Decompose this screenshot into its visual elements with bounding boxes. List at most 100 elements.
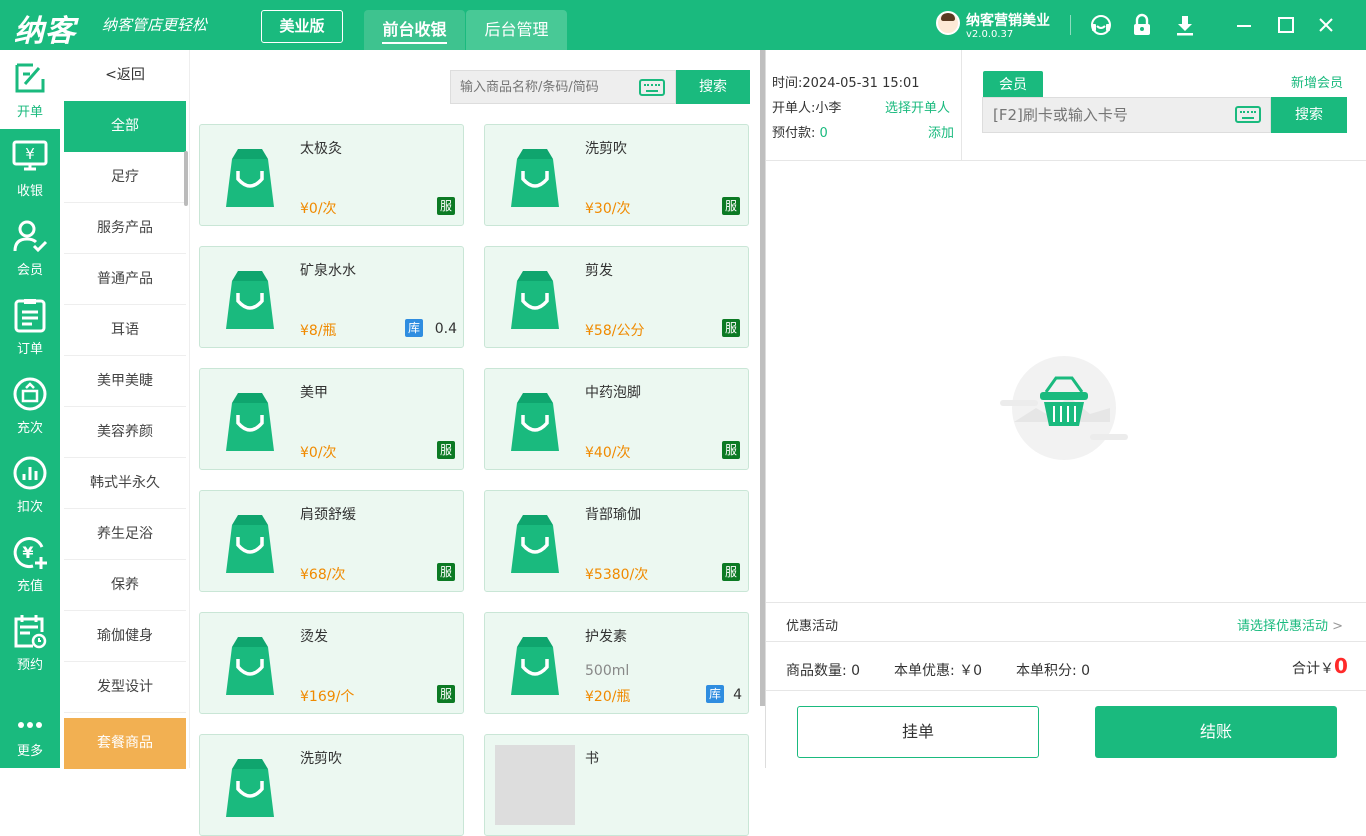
category-item[interactable]: 发型设计 xyxy=(64,662,186,713)
order-prepay: 预付款: 0 xyxy=(772,122,828,141)
checkout-button[interactable]: 结账 xyxy=(1095,706,1337,758)
category-item[interactable]: 足疗 xyxy=(64,152,186,203)
product-thumbnail xyxy=(495,745,575,825)
chevron-left-icon: < xyxy=(105,67,117,83)
nav-label: 充值 xyxy=(16,579,43,594)
download-icon[interactable] xyxy=(1173,13,1197,37)
nav-appointment[interactable]: 预约 xyxy=(0,603,60,682)
headset-icon[interactable] xyxy=(1089,13,1113,37)
deduct-times-icon xyxy=(13,456,47,490)
member-icon xyxy=(13,220,48,253)
product-search-input[interactable] xyxy=(451,71,631,103)
nav-label: 开单 xyxy=(16,105,43,120)
time-value: 2024-05-31 15:01 xyxy=(802,76,920,91)
product-card[interactable]: 剪发 ¥58/公分 服 xyxy=(484,246,749,348)
shopping-bag-icon xyxy=(222,391,278,451)
avatar[interactable] xyxy=(936,11,960,35)
product-price: ¥30/次 xyxy=(585,201,631,217)
add-prepay-link[interactable]: 添加 xyxy=(928,122,954,141)
tab-backend-admin[interactable]: 后台管理 xyxy=(466,10,567,50)
close-icon[interactable] xyxy=(1314,13,1338,37)
nav-label: 收银 xyxy=(16,184,43,199)
member-card-input[interactable] xyxy=(983,98,1223,132)
category-item[interactable]: 全部 xyxy=(64,101,186,152)
divider xyxy=(766,602,1366,603)
category-item[interactable]: 服务产品 xyxy=(64,203,186,254)
user-name[interactable]: 纳客营销美业 xyxy=(966,10,1050,30)
keyboard-icon[interactable] xyxy=(1235,106,1261,123)
product-card[interactable]: 烫发 ¥169/个 服 xyxy=(199,612,464,714)
product-card[interactable]: 太极灸 ¥0/次 服 xyxy=(199,124,464,226)
product-card[interactable]: 背部瑜伽 ¥5380/次 服 xyxy=(484,490,749,592)
stock-tag: 库 xyxy=(706,685,724,703)
category-item[interactable]: 韩式半永久 xyxy=(64,458,186,509)
product-card[interactable]: 矿泉水水 ¥8/瓶 库 0.4 xyxy=(199,246,464,348)
product-price: ¥0/次 xyxy=(300,201,337,217)
product-card[interactable]: 美甲 ¥0/次 服 xyxy=(199,368,464,470)
category-item[interactable]: 养生足浴 xyxy=(64,509,186,560)
category-item[interactable]: 美甲美睫 xyxy=(64,356,186,407)
product-name: 烫发 xyxy=(300,629,328,645)
open-order-icon xyxy=(15,63,45,93)
minimize-icon[interactable] xyxy=(1232,13,1256,37)
product-card[interactable]: 洗剪吹 xyxy=(199,734,464,836)
shopping-bag-icon xyxy=(222,147,278,207)
item-count: 商品数量: 0 xyxy=(786,660,860,680)
operator-value: 小李 xyxy=(815,101,842,116)
shopping-bag-icon xyxy=(507,147,563,207)
divider xyxy=(766,690,1366,691)
back-button[interactable]: <返回 xyxy=(60,50,190,101)
app-slogan: 纳客管店更轻松 xyxy=(102,16,208,34)
category-package[interactable]: 套餐商品 xyxy=(64,718,186,769)
category-item[interactable]: 耳语 xyxy=(64,305,186,356)
product-card[interactable]: 书 xyxy=(484,734,749,836)
hold-order-button[interactable]: 挂单 xyxy=(797,706,1039,758)
product-search-box xyxy=(450,70,676,104)
promo-select-label: 请选择优惠活动 xyxy=(1237,619,1329,634)
keyboard-icon[interactable] xyxy=(639,79,665,96)
maximize-icon[interactable] xyxy=(1274,13,1298,37)
product-card[interactable]: 护发素 500ml ¥20/瓶 库 4 xyxy=(484,612,749,714)
category-item[interactable]: 瑜伽健身 xyxy=(64,611,186,662)
empty-basket-icon xyxy=(1000,356,1128,460)
nav-recharge-times[interactable]: 充次 xyxy=(0,366,60,445)
nav-open-order[interactable]: 开单 xyxy=(0,50,60,129)
lock-icon[interactable] xyxy=(1130,13,1154,37)
product-search-button[interactable]: 搜索 xyxy=(676,70,750,104)
left-nav: 开单 ¥ 收银 会员 订单 充次 扣次 ¥ 充值 预约 更多 xyxy=(0,50,60,768)
shopping-bag-icon xyxy=(507,513,563,573)
product-price: ¥5380/次 xyxy=(585,567,649,583)
category-item[interactable]: 保养 xyxy=(64,560,186,611)
nav-cashier[interactable]: ¥ 收银 xyxy=(0,129,60,208)
promo-select-link[interactable]: 请选择优惠活动 > xyxy=(1237,615,1343,634)
stock-tag: 库 xyxy=(405,319,423,337)
product-card[interactable]: 中药泡脚 ¥40/次 服 xyxy=(484,368,749,470)
nav-label: 订单 xyxy=(16,342,43,357)
divider xyxy=(766,160,1366,161)
product-price: ¥68/次 xyxy=(300,567,346,583)
service-tag: 服 xyxy=(722,197,740,215)
nav-member[interactable]: 会员 xyxy=(0,208,60,287)
edition-badge[interactable]: 美业版 xyxy=(261,10,343,43)
order-total: 合计￥0 xyxy=(1292,654,1348,678)
new-member-link[interactable]: 新增会员 xyxy=(1291,72,1343,91)
more-icon xyxy=(18,722,42,728)
nav-more[interactable]: 更多 xyxy=(0,689,60,768)
shopping-bag-icon xyxy=(507,635,563,695)
shopping-bag-icon xyxy=(222,513,278,573)
select-operator-link[interactable]: 选择开单人 xyxy=(885,97,950,116)
tab-front-cashier[interactable]: 前台收银 xyxy=(364,10,465,50)
nav-label: 充次 xyxy=(16,421,43,436)
category-scrollbar[interactable] xyxy=(184,151,188,206)
nav-order[interactable]: 订单 xyxy=(0,287,60,366)
product-card[interactable]: 洗剪吹 ¥30/次 服 xyxy=(484,124,749,226)
member-search-button[interactable]: 搜索 xyxy=(1271,97,1347,133)
tab-member[interactable]: 会员 xyxy=(983,71,1043,99)
service-tag: 服 xyxy=(437,441,455,459)
product-card[interactable]: 肩颈舒缓 ¥68/次 服 xyxy=(199,490,464,592)
category-item[interactable]: 美容养颜 xyxy=(64,407,186,458)
category-item[interactable]: 普通产品 xyxy=(64,254,186,305)
product-name: 书 xyxy=(585,751,599,767)
nav-deduct-times[interactable]: 扣次 xyxy=(0,445,60,524)
nav-recharge[interactable]: ¥ 充值 xyxy=(0,524,60,603)
